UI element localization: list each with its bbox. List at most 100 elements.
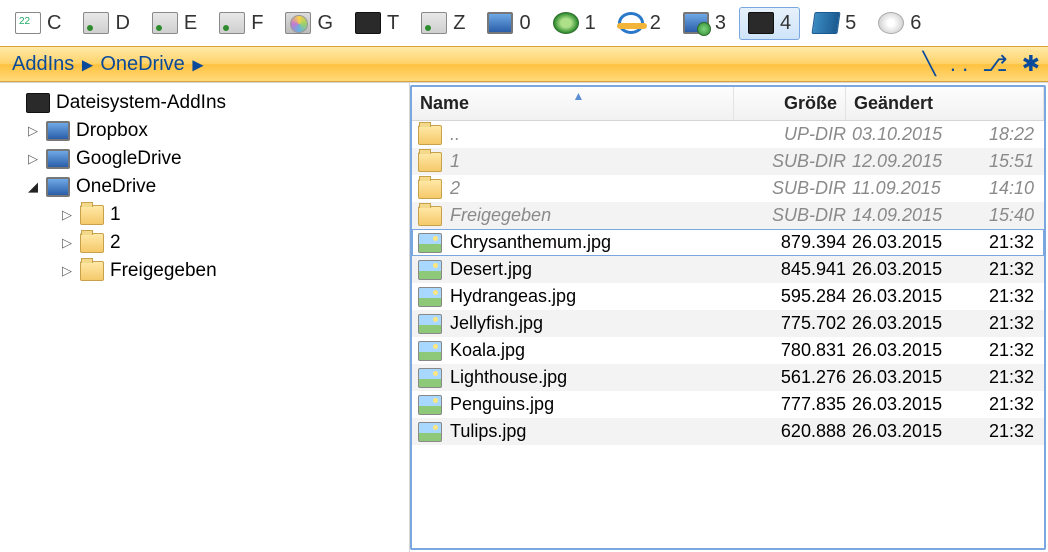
tree-item[interactable]: ▷GoogleDrive	[4, 145, 405, 173]
drive-button-5[interactable]: 5	[804, 7, 865, 40]
tree-toggle-icon[interactable]: ⎇	[982, 51, 1007, 77]
file-name: Jellyfish.jpg	[450, 313, 740, 334]
file-size: 780.831	[740, 340, 852, 361]
breadcrumb-segment[interactable]: AddIns	[8, 53, 78, 76]
file-time: 21:32	[970, 286, 1038, 307]
breadcrumb-segment[interactable]: OneDrive	[96, 53, 188, 76]
expand-icon[interactable]: ▷	[26, 124, 40, 138]
file-list-pane: Name ▲ Größe Geändert ..UP-DIR03.10.2015…	[410, 85, 1046, 550]
collapse-icon[interactable]	[6, 96, 20, 110]
drive-button-Z[interactable]: Z	[412, 7, 474, 40]
breadcrumb-separator-icon: ▸	[78, 52, 96, 77]
folder-icon	[418, 125, 442, 145]
file-row[interactable]: Lighthouse.jpg561.27626.03.201521:32	[412, 364, 1044, 391]
drive-button-6[interactable]: 6	[869, 7, 930, 40]
tree-item[interactable]: ▷2	[4, 229, 405, 257]
drive-button-D[interactable]: D	[74, 7, 138, 40]
drive-button-F[interactable]: F	[210, 7, 272, 40]
drive-button-2[interactable]: 2	[609, 7, 670, 40]
column-header-modified[interactable]: Geändert	[846, 87, 1044, 120]
file-time: 18:22	[970, 124, 1038, 145]
file-row[interactable]: Penguins.jpg777.83526.03.201521:32	[412, 391, 1044, 418]
file-size: 775.702	[740, 313, 852, 334]
expand-icon[interactable]: ▷	[60, 236, 74, 250]
hdd-icon	[152, 12, 178, 34]
file-size: 595.284	[740, 286, 852, 307]
tree-item[interactable]: ▷ Dropbox	[4, 117, 405, 145]
tree-item-label: 1	[110, 204, 121, 226]
path-tool-icon[interactable]: ╲	[923, 51, 936, 77]
image-file-icon	[418, 233, 442, 253]
drive-button-0[interactable]: 0	[478, 7, 539, 40]
image-file-icon	[418, 395, 442, 415]
file-time: 14:10	[970, 178, 1038, 199]
file-row[interactable]: Hydrangeas.jpg595.28426.03.201521:32	[412, 283, 1044, 310]
expand-icon[interactable]: ▷	[60, 208, 74, 222]
file-size: 845.941	[740, 259, 852, 280]
column-header-size[interactable]: Größe	[734, 87, 846, 120]
expand-icon[interactable]: ▷	[26, 152, 40, 166]
drive-button-E[interactable]: E	[143, 7, 206, 40]
ie-icon	[618, 12, 644, 34]
breadcrumb: AddIns ▸ OneDrive ▸ ╲ . . ⎇ ✱	[0, 46, 1048, 82]
monitor-net-icon	[683, 12, 709, 34]
drive-button-3[interactable]: 3	[674, 7, 735, 40]
file-time: 21:32	[970, 232, 1038, 253]
drive-letter: 6	[910, 12, 921, 35]
parent-dir-icon[interactable]: . .	[950, 51, 968, 77]
drive-button-4[interactable]: 4	[739, 7, 800, 40]
hdd-icon	[421, 12, 447, 34]
folder-icon	[80, 233, 104, 253]
image-file-icon	[418, 341, 442, 361]
monitor-icon	[487, 12, 513, 34]
tree-item[interactable]: ◢OneDrive	[4, 173, 405, 201]
tree-item[interactable]: Dateisystem-AddIns	[4, 89, 405, 117]
chip-icon	[26, 93, 50, 113]
tree-item-label: 2	[110, 232, 121, 254]
file-size: 879.394	[740, 232, 852, 253]
folder-row[interactable]: FreigegebenSUB-DIR14.09.201515:40	[412, 202, 1044, 229]
file-time: 15:51	[970, 151, 1038, 172]
file-size: 561.276	[740, 367, 852, 388]
drive-button-T[interactable]: T	[346, 7, 408, 40]
file-date: 26.03.2015	[852, 394, 970, 415]
column-header-name[interactable]: Name ▲	[412, 87, 734, 120]
drive-button-G[interactable]: G	[276, 7, 342, 40]
drive-letter: T	[387, 12, 399, 35]
tree-item[interactable]: ▷1	[4, 201, 405, 229]
file-size: UP-DIR	[740, 124, 852, 145]
drive-letter: G	[317, 12, 333, 35]
file-row[interactable]: Koala.jpg780.83126.03.201521:32	[412, 337, 1044, 364]
file-list-body: ..UP-DIR03.10.201518:221SUB-DIR12.09.201…	[412, 121, 1044, 548]
file-time: 21:32	[970, 340, 1038, 361]
folder-icon	[418, 206, 442, 226]
tree-item-label: Dropbox	[76, 120, 148, 142]
favorite-icon[interactable]: ✱	[1022, 51, 1040, 77]
drive-letter: Z	[453, 12, 465, 35]
file-name: 2	[450, 178, 740, 199]
file-row[interactable]: Chrysanthemum.jpg879.39426.03.201521:32	[412, 229, 1044, 256]
expand-icon[interactable]: ▷	[60, 264, 74, 278]
drive-button-C[interactable]: C	[6, 7, 70, 40]
image-file-icon	[418, 287, 442, 307]
file-date: 12.09.2015	[852, 151, 970, 172]
drive-button-1[interactable]: 1	[544, 7, 605, 40]
sort-ascending-icon: ▲	[573, 89, 585, 103]
drive-letter: 2	[650, 12, 661, 35]
file-date: 26.03.2015	[852, 340, 970, 361]
folder-row[interactable]: 1SUB-DIR12.09.201515:51	[412, 148, 1044, 175]
folder-row[interactable]: 2SUB-DIR11.09.201514:10	[412, 175, 1044, 202]
file-row[interactable]: Desert.jpg845.94126.03.201521:32	[412, 256, 1044, 283]
file-name: Freigegeben	[450, 205, 740, 226]
folder-row[interactable]: ..UP-DIR03.10.201518:22	[412, 121, 1044, 148]
tree-item[interactable]: ▷Freigegeben	[4, 257, 405, 285]
collapse-icon[interactable]: ◢	[26, 180, 40, 194]
file-time: 21:32	[970, 394, 1038, 415]
folder-icon	[80, 261, 104, 281]
file-name: Lighthouse.jpg	[450, 367, 740, 388]
file-row[interactable]: Jellyfish.jpg775.70226.03.201521:32	[412, 310, 1044, 337]
file-row[interactable]: Tulips.jpg620.88826.03.201521:32	[412, 418, 1044, 445]
file-list-header: Name ▲ Größe Geändert	[412, 87, 1044, 121]
file-size: SUB-DIR	[740, 205, 852, 226]
globe-icon	[553, 12, 579, 34]
